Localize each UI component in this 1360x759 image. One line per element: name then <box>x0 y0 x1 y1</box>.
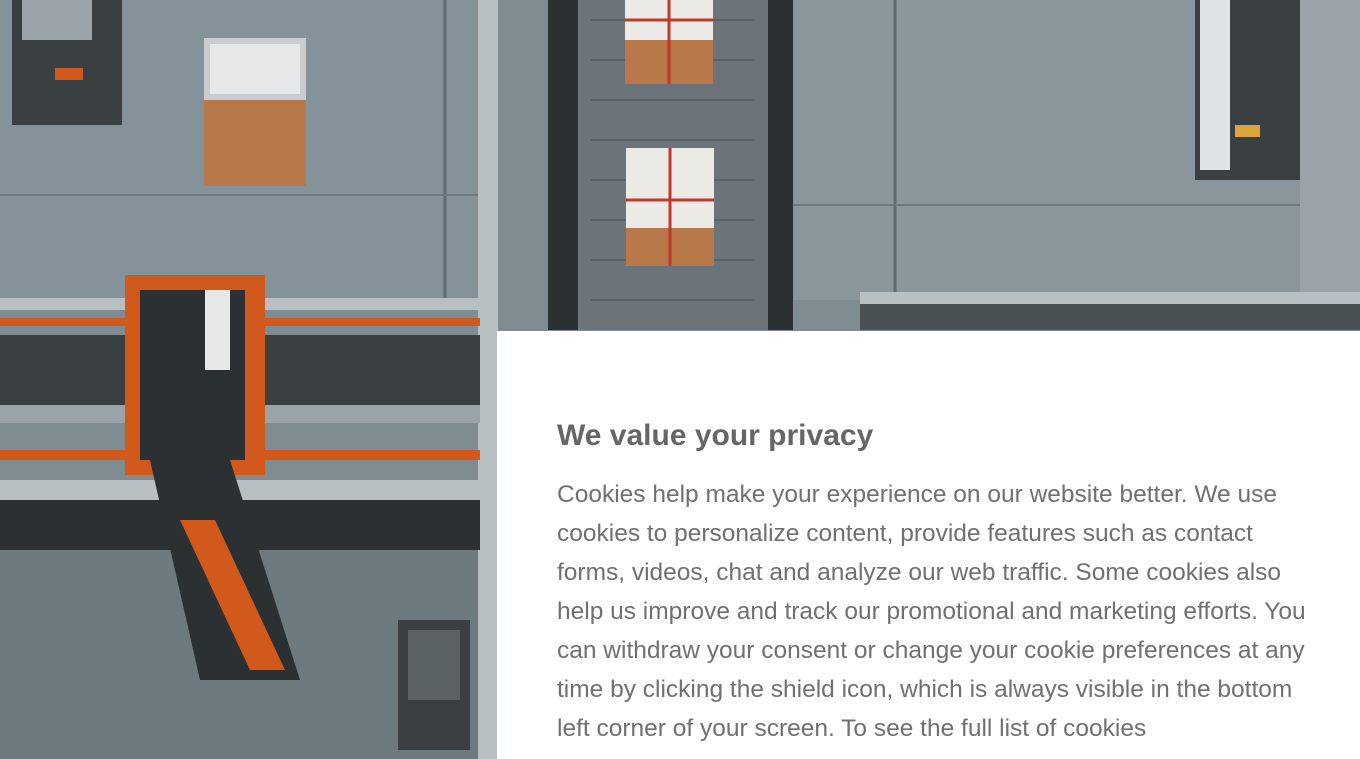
page: We value your privacy Cookies help make … <box>0 0 1360 759</box>
privacy-consent-dialog: We value your privacy Cookies help make … <box>497 331 1360 759</box>
dialog-title: We value your privacy <box>557 419 874 452</box>
dialog-body-text: Cookies help make your experience on our… <box>557 481 1306 742</box>
